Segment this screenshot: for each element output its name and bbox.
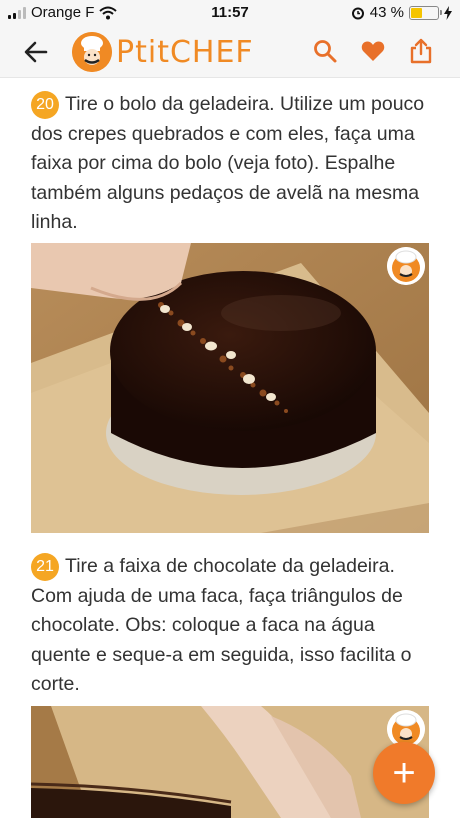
battery-percent: 43 % xyxy=(369,4,404,21)
app-header: PtitCHEF xyxy=(0,26,460,78)
step-text: 20 Tire o bolo da geladeira. Utilize um p… xyxy=(31,90,431,238)
step-text: 21 Tire a faixa de chocolate da geladeira… xyxy=(31,552,431,700)
step-photo[interactable] xyxy=(31,243,429,533)
back-arrow-icon[interactable] xyxy=(22,38,50,66)
step-number-badge: 21 xyxy=(31,553,59,581)
battery-icon xyxy=(409,5,442,20)
add-fab-button[interactable]: + xyxy=(373,742,435,804)
step-description: Tire a faixa de chocolate da geladeira. … xyxy=(31,555,412,695)
step-description: Tire o bolo da geladeira. Utilize um pou… xyxy=(31,93,425,233)
knife-photo-illustration xyxy=(31,706,429,818)
share-icon[interactable] xyxy=(408,38,434,64)
status-right: 43 % xyxy=(351,4,452,21)
step-number-badge: 20 xyxy=(31,91,59,119)
ptitchef-watermark-icon xyxy=(387,247,425,285)
charging-icon xyxy=(444,5,452,20)
search-icon[interactable] xyxy=(312,38,338,64)
header-actions xyxy=(312,38,434,64)
status-bar: Orange F 11:57 43 % xyxy=(0,0,460,26)
brand-name: PtitCHEF xyxy=(116,34,254,70)
cake-photo-illustration xyxy=(31,243,429,533)
heart-icon[interactable] xyxy=(360,38,386,64)
plus-icon: + xyxy=(392,751,416,795)
ptitchef-logo-icon xyxy=(72,32,112,72)
ptitchef-logo[interactable]: PtitCHEF xyxy=(72,32,254,72)
alarm-icon xyxy=(351,7,364,19)
step-photo[interactable] xyxy=(31,706,429,818)
